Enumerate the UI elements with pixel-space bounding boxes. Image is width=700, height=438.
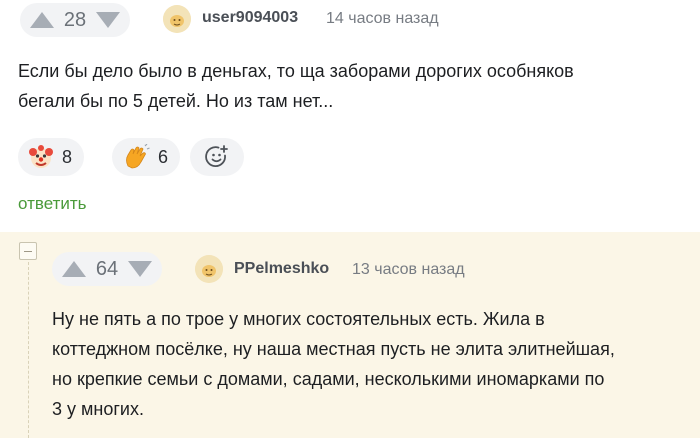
avatar[interactable] (195, 255, 223, 283)
add-emoji-icon (205, 145, 228, 167)
add-reaction-button[interactable] (190, 138, 244, 176)
default-avatar-icon (195, 255, 223, 283)
vote-widget: 28 (20, 3, 130, 37)
comment-text-line: коттеджном посёлке, ну наша местная пуст… (52, 339, 615, 359)
vote-widget: 64 (52, 252, 162, 286)
rating-count: 28 (63, 8, 87, 31)
comment-text: Если бы дело было в деньгах, то ща забор… (18, 56, 688, 116)
comment-text-line: Ну не пять а по трое у многих состоятель… (52, 309, 545, 329)
waving-hand-icon (126, 144, 150, 169)
reaction-count: 8 (62, 146, 73, 167)
comment-text-line: 3 у многих. (52, 399, 144, 419)
avatar[interactable] (163, 5, 191, 33)
username[interactable]: PPelmeshko (234, 260, 329, 278)
reaction-count: 6 (158, 146, 169, 167)
downvote-arrow-icon[interactable] (96, 12, 120, 28)
timestamp[interactable]: 13 часов назад (352, 261, 465, 279)
comment-text: Ну не пять а по трое у многих состоятель… (52, 304, 692, 424)
downvote-arrow-icon[interactable] (128, 261, 152, 277)
collapse-thread-button[interactable] (19, 242, 37, 260)
thread-line[interactable] (28, 262, 29, 438)
reaction-wave[interactable]: 6 (112, 138, 181, 176)
rating-count: 64 (95, 257, 119, 280)
comment-text-line: Если бы дело было в деньгах, то ща забор… (18, 61, 574, 81)
reply-link[interactable]: ответить (18, 194, 87, 214)
username[interactable]: user9094003 (202, 9, 298, 27)
upvote-arrow-icon[interactable] (30, 12, 54, 28)
comment-text-line: бегали бы по 5 детей. Но из там нет... (18, 91, 334, 111)
timestamp[interactable]: 14 часов назад (326, 10, 439, 28)
reaction-clown[interactable]: 8 (18, 138, 85, 176)
default-avatar-icon (163, 5, 191, 33)
clown-face-icon (29, 145, 53, 168)
upvote-arrow-icon[interactable] (62, 261, 86, 277)
comment-text-line: но крепкие семьи с домами, садами, неско… (52, 369, 605, 389)
